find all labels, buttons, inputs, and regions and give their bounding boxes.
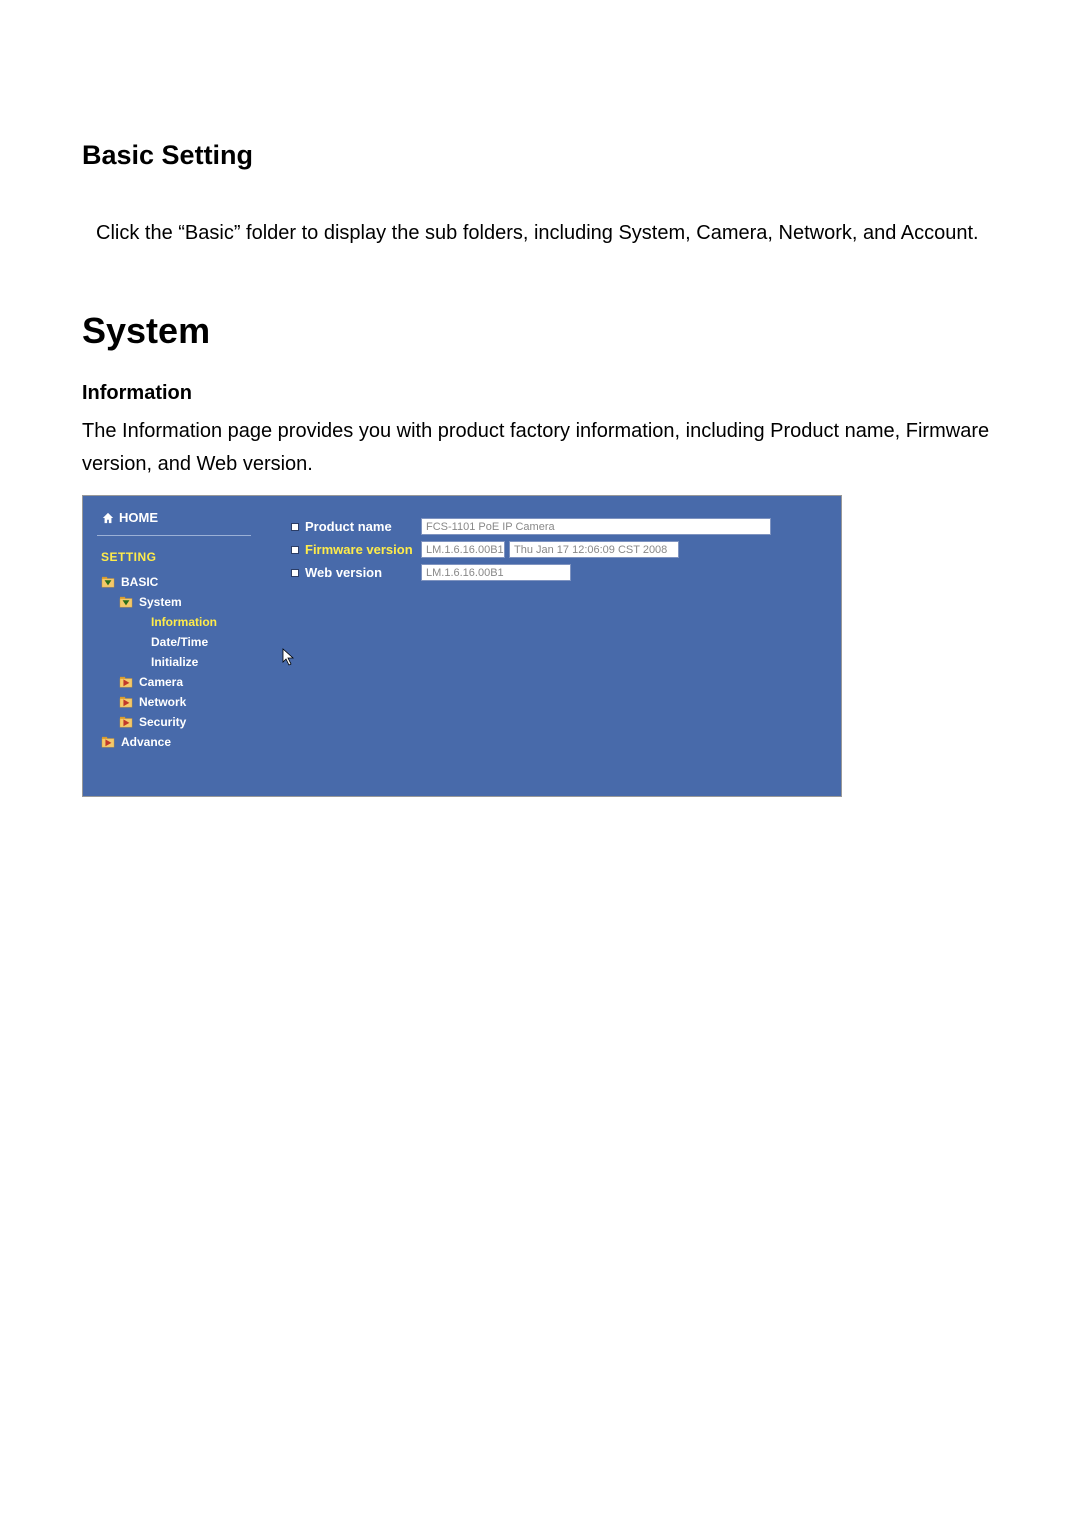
- settings-screenshot: HOME SETTING BASIC System Information Da…: [82, 495, 842, 797]
- bullet-icon: [291, 523, 299, 531]
- sidebar-divider: [97, 535, 251, 536]
- product-name-label: Product name: [305, 519, 421, 534]
- firmware-version-date: Thu Jan 17 12:06:09 CST 2008: [509, 541, 679, 558]
- sidebar-item-datetime[interactable]: Date/Time: [97, 632, 269, 652]
- sidebar-item-camera[interactable]: Camera: [97, 672, 269, 692]
- sidebar-item-initialize[interactable]: Initialize: [97, 652, 269, 672]
- sidebar-item-label: Advance: [121, 735, 171, 749]
- folder-closed-icon: [101, 736, 115, 748]
- folder-open-icon: [101, 576, 115, 588]
- mouse-cursor-icon: [282, 648, 296, 666]
- sidebar-item-system[interactable]: System: [97, 592, 269, 612]
- folder-closed-icon: [119, 716, 133, 728]
- firmware-version-value: LM.1.6.16.00B1: [421, 541, 505, 558]
- sidebar-item-basic[interactable]: BASIC: [97, 572, 269, 592]
- information-paragraph: The Information page provides you with p…: [82, 415, 998, 481]
- bullet-icon: [291, 546, 299, 554]
- content-panel: Product name FCS-1101 PoE IP Camera Firm…: [269, 496, 841, 796]
- row-firmware-version: Firmware version LM.1.6.16.00B1 Thu Jan …: [291, 541, 829, 558]
- basic-setting-paragraph: Click the “Basic” folder to display the …: [82, 217, 998, 250]
- sidebar-item-label: Date/Time: [151, 635, 208, 649]
- basic-setting-heading: Basic Setting: [82, 140, 998, 171]
- setting-label: SETTING: [97, 550, 269, 564]
- home-icon: [101, 512, 115, 524]
- sidebar-item-information[interactable]: Information: [97, 612, 269, 632]
- system-heading: System: [82, 310, 998, 352]
- sidebar-item-label: Network: [139, 695, 186, 709]
- sidebar-item-label: Initialize: [151, 655, 198, 669]
- sidebar-item-network[interactable]: Network: [97, 692, 269, 712]
- information-subheading: Information: [82, 382, 998, 405]
- sidebar-item-label: Security: [139, 715, 186, 729]
- home-link[interactable]: HOME: [97, 510, 269, 535]
- row-product-name: Product name FCS-1101 PoE IP Camera: [291, 518, 829, 535]
- firmware-version-label: Firmware version: [305, 542, 421, 557]
- folder-closed-icon: [119, 696, 133, 708]
- folder-open-icon: [119, 596, 133, 608]
- sidebar: HOME SETTING BASIC System Information Da…: [83, 496, 269, 796]
- home-label: HOME: [119, 510, 158, 525]
- sidebar-item-label: System: [139, 595, 182, 609]
- product-name-value: FCS-1101 PoE IP Camera: [421, 518, 771, 535]
- folder-closed-icon: [119, 676, 133, 688]
- web-version-label: Web version: [305, 565, 421, 580]
- sidebar-item-label: Information: [151, 615, 217, 629]
- sidebar-item-security[interactable]: Security: [97, 712, 269, 732]
- sidebar-item-label: Camera: [139, 675, 183, 689]
- web-version-value: LM.1.6.16.00B1: [421, 564, 571, 581]
- sidebar-item-label: BASIC: [121, 575, 158, 589]
- sidebar-item-advance[interactable]: Advance: [97, 732, 269, 752]
- bullet-icon: [291, 569, 299, 577]
- row-web-version: Web version LM.1.6.16.00B1: [291, 564, 829, 581]
